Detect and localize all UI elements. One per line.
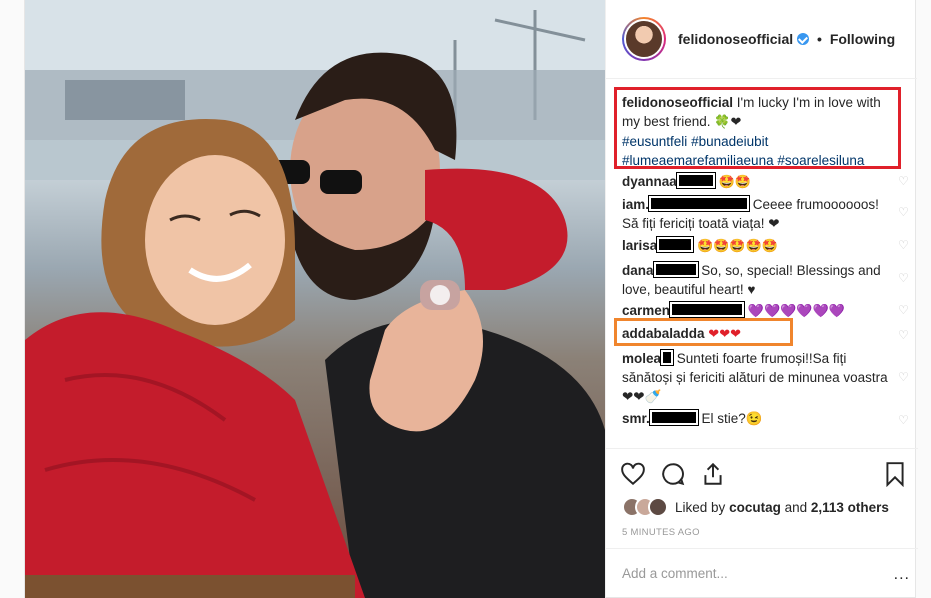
like-comment-icon[interactable]: ♡ bbox=[898, 205, 910, 219]
post-timestamp: 5 MINUTES AGO bbox=[622, 527, 700, 538]
comment-text: El stie?😉 bbox=[701, 411, 763, 426]
avatar[interactable] bbox=[648, 497, 668, 517]
redaction-bar bbox=[652, 261, 699, 278]
redaction-bar bbox=[675, 172, 716, 189]
comment-text: ❤❤❤ bbox=[708, 327, 741, 342]
comment-row: molea Sunteti foarte frumoși!!Sa fiți să… bbox=[622, 349, 897, 406]
like-comment-icon[interactable]: ♡ bbox=[898, 303, 910, 317]
comment-row: smr. El stie?😉 bbox=[622, 409, 897, 428]
comment-username[interactable]: iam. bbox=[622, 197, 649, 212]
comment-username[interactable]: smr. bbox=[622, 411, 650, 426]
post-photo[interactable] bbox=[25, 0, 605, 598]
following-button[interactable]: Following bbox=[830, 31, 895, 47]
likes-prefix: Liked by bbox=[675, 499, 726, 515]
verified-icon bbox=[797, 33, 810, 45]
post-header: felidonoseofficial • Following bbox=[606, 0, 917, 79]
post-sidebar: felidonoseofficial • Following felidonos… bbox=[605, 0, 918, 598]
story-ring[interactable] bbox=[622, 17, 666, 61]
hashtag[interactable]: #eusuntfeli bbox=[622, 134, 687, 149]
likes-and: and bbox=[784, 499, 808, 515]
caption-emoji: 🍀❤ bbox=[714, 115, 742, 130]
comments-section: felidonoseofficial I'm lucky I'm in love… bbox=[606, 80, 918, 450]
comment-username[interactable]: carmen bbox=[622, 303, 670, 318]
comment-row: iam. Ceeee frumoooooos! Să fiți fericiți… bbox=[622, 195, 897, 233]
comment-row: addabaladda ❤❤❤ bbox=[622, 324, 897, 344]
redaction-bar bbox=[656, 236, 695, 253]
comment-username[interactable]: addabaladda bbox=[622, 326, 705, 341]
comment-icon[interactable] bbox=[660, 461, 686, 487]
hashtag[interactable]: #soarelesiluna bbox=[777, 153, 864, 168]
caption-username[interactable]: felidonoseofficial bbox=[622, 95, 733, 110]
like-comment-icon[interactable]: ♡ bbox=[898, 413, 910, 427]
like-comment-icon[interactable]: ♡ bbox=[898, 328, 910, 342]
likes-count[interactable]: 2,113 others bbox=[811, 500, 889, 515]
comment-username[interactable]: dyannaa bbox=[622, 174, 677, 189]
like-comment-icon[interactable]: ♡ bbox=[898, 370, 910, 384]
photo-illustration bbox=[25, 0, 605, 598]
bookmark-icon[interactable] bbox=[882, 461, 908, 487]
heart-icon[interactable] bbox=[620, 461, 646, 487]
comment-text: 💜💜💜💜💜💜 bbox=[747, 304, 845, 319]
redaction-bar bbox=[669, 301, 746, 318]
actions-bar: Liked by cocutag and 2,113 others 5 MINU… bbox=[606, 448, 918, 548]
likes-user[interactable]: cocutag bbox=[729, 500, 781, 515]
hashtag[interactable]: #lumeaemarefamiliaeuna bbox=[622, 153, 774, 168]
comment-row: larisa 🤩🤩🤩🤩🤩 bbox=[622, 236, 897, 256]
comment-row: dana So, so, special! Blessings and love… bbox=[622, 261, 897, 299]
like-comment-icon[interactable]: ♡ bbox=[898, 271, 910, 285]
header-username[interactable]: felidonoseofficial bbox=[678, 31, 793, 47]
comment-username[interactable]: molea bbox=[622, 351, 661, 366]
comment-input[interactable]: Add a comment... bbox=[622, 566, 728, 581]
redaction-bar bbox=[648, 195, 751, 212]
instagram-post: felidonoseofficial • Following felidonos… bbox=[24, 0, 918, 598]
redaction-bar bbox=[648, 409, 699, 426]
avatar[interactable] bbox=[624, 19, 664, 59]
more-options-icon[interactable]: ... bbox=[894, 566, 910, 584]
comment-username[interactable]: dana bbox=[622, 263, 654, 278]
comment-row: dyannaa 🤩🤩 bbox=[622, 172, 897, 192]
comment-text: 🤩🤩 bbox=[718, 175, 751, 190]
header-separator: • bbox=[817, 31, 822, 47]
like-comment-icon[interactable]: ♡ bbox=[898, 238, 910, 252]
hashtag[interactable]: #bunadeiubit bbox=[691, 134, 768, 149]
caption: felidonoseofficial I'm lucky I'm in love… bbox=[622, 93, 897, 170]
comment-username[interactable]: larisa bbox=[622, 238, 657, 253]
likes-summary: Liked by cocutag and 2,113 others bbox=[622, 497, 889, 517]
add-comment-bar: Add a comment... ... bbox=[606, 548, 918, 598]
like-comment-icon[interactable]: ♡ bbox=[898, 174, 910, 188]
share-icon[interactable] bbox=[700, 461, 726, 487]
comment-text: 🤩🤩🤩🤩🤩 bbox=[697, 239, 778, 254]
redaction-bar bbox=[660, 349, 675, 366]
